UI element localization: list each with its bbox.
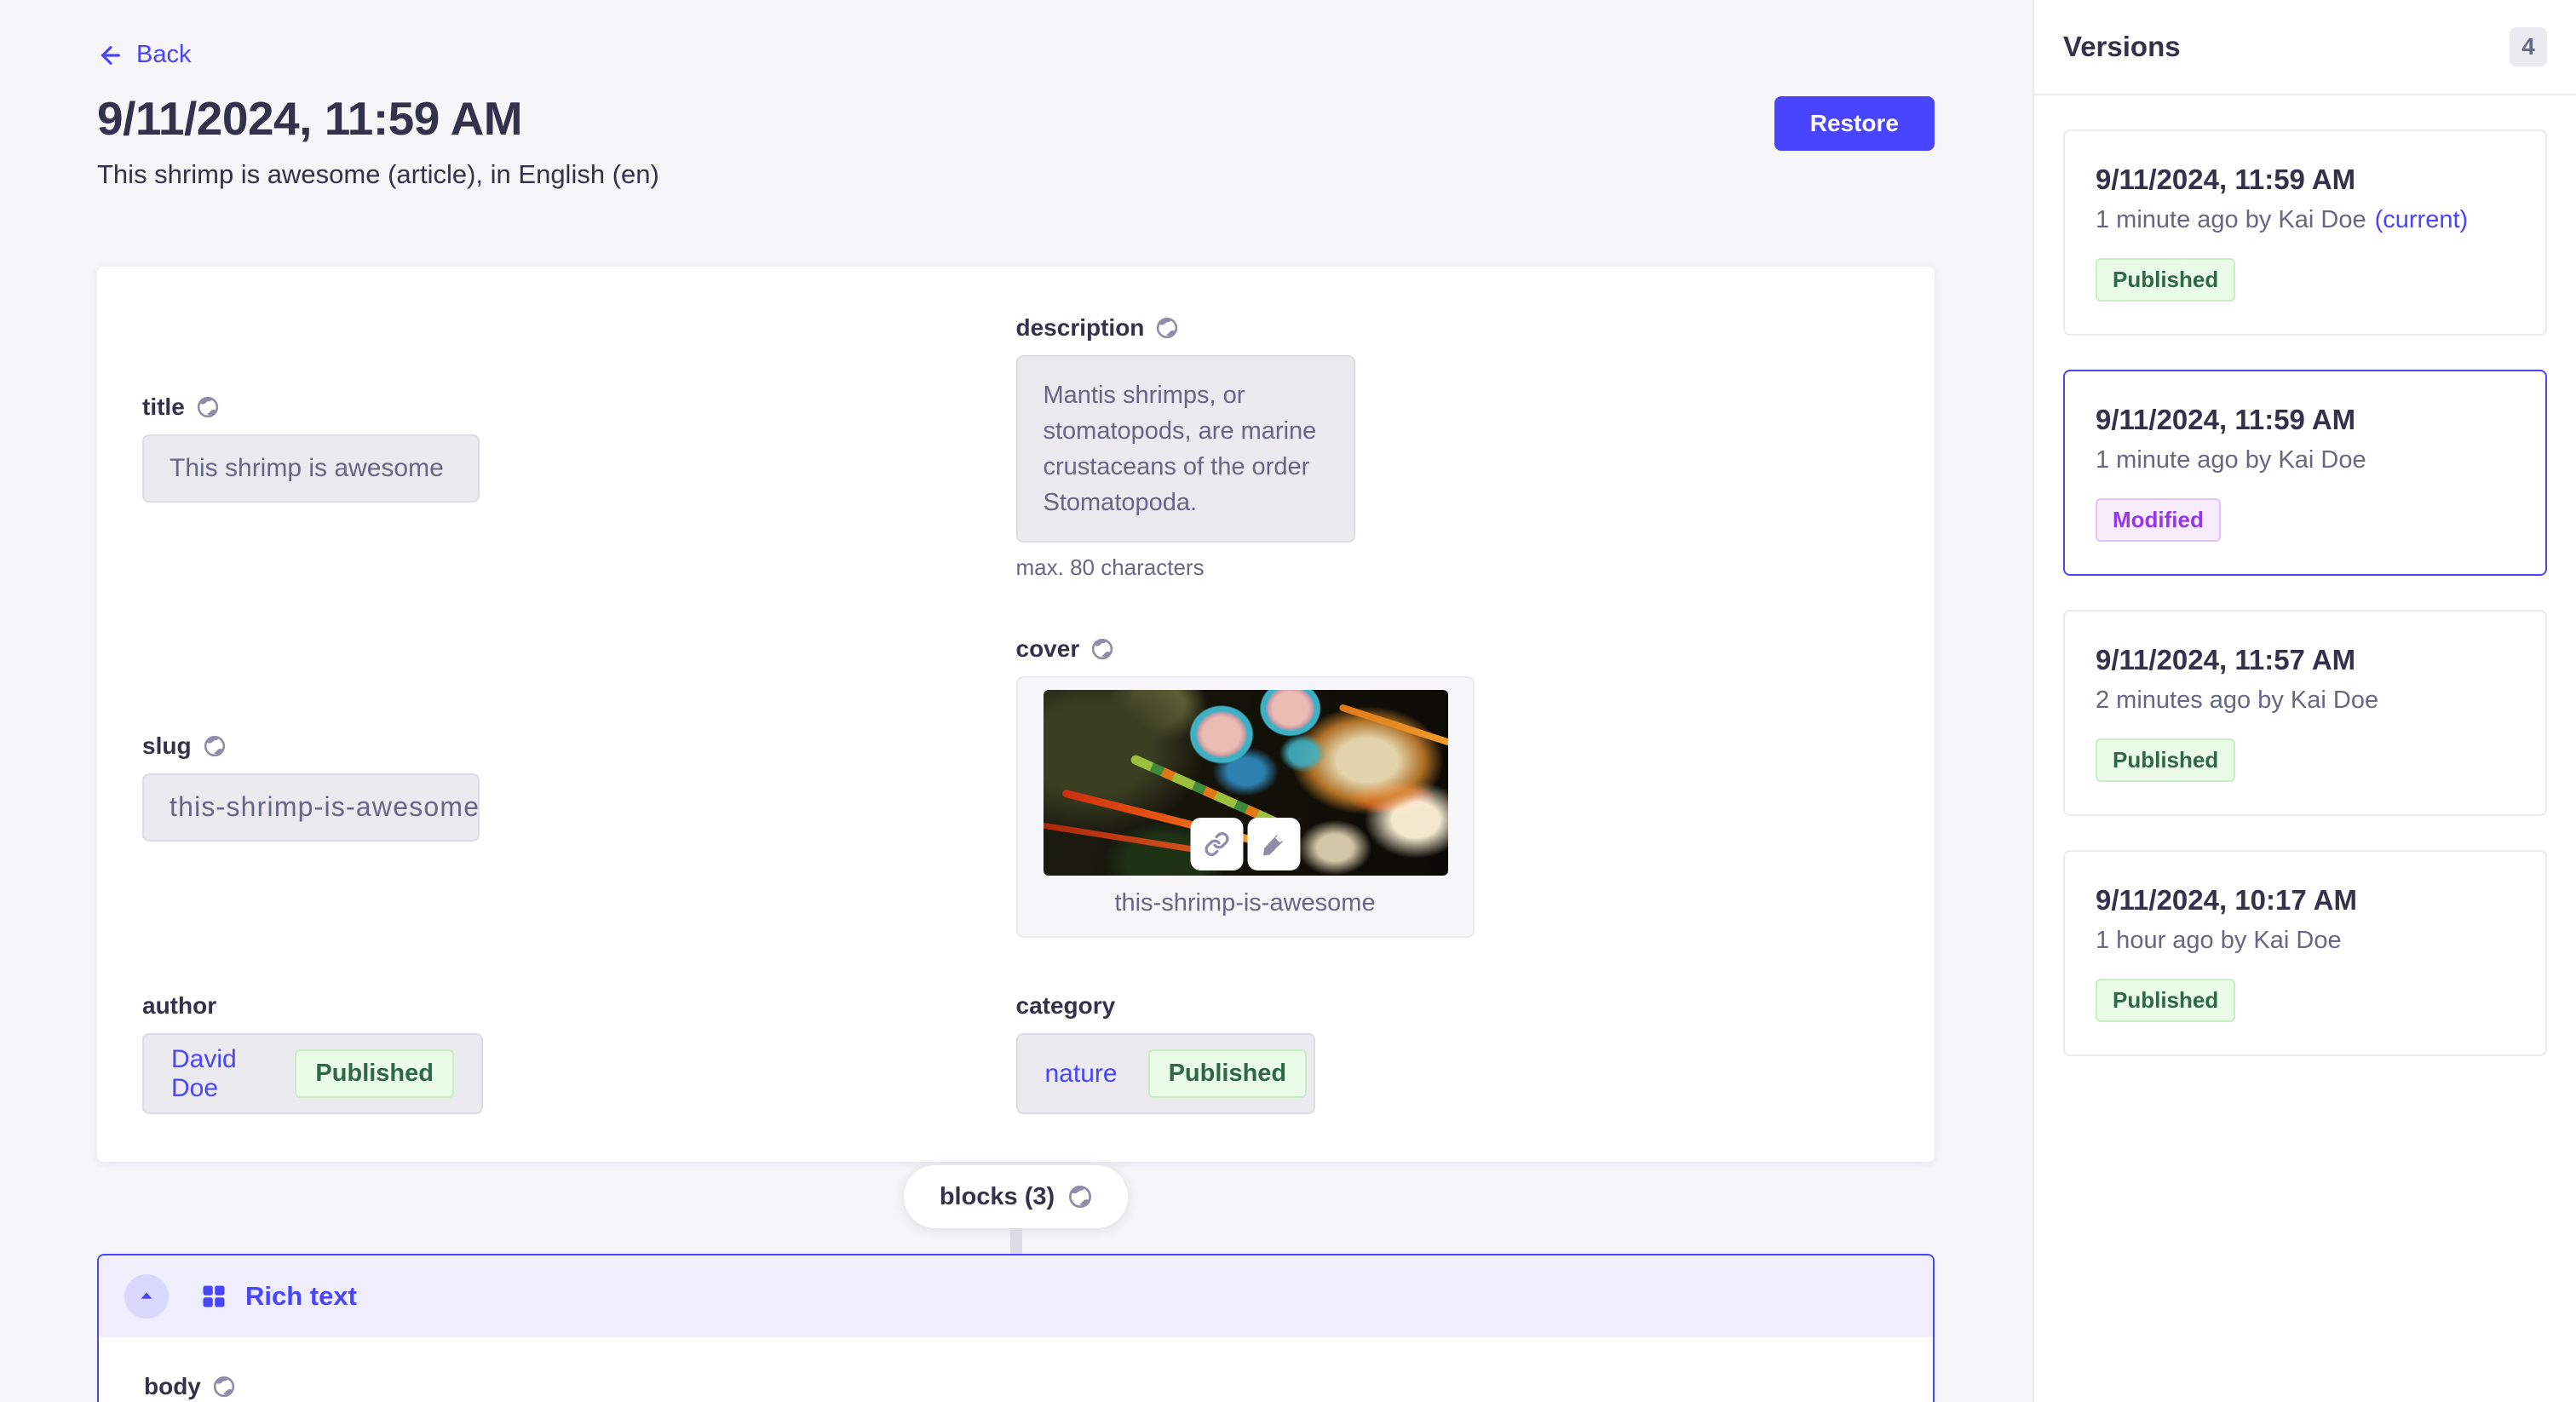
current-version-link[interactable]: (current) [2375, 206, 2469, 233]
status-badge: Published [1148, 1049, 1308, 1098]
rich-text-component-block: Rich text body [97, 1254, 1935, 1402]
title-input: This shrimp is awesome [142, 434, 480, 503]
slug-input: this-shrimp-is-awesome [142, 773, 480, 842]
component-connector [1010, 1228, 1022, 1254]
globe-icon [213, 1376, 235, 1398]
copy-link-button[interactable] [1191, 818, 1244, 871]
version-status-badge: Published [2096, 979, 2235, 1022]
globe-icon [1156, 317, 1178, 339]
description-hint: max. 80 characters [1016, 554, 1890, 581]
author-field: author David Doe Published [142, 992, 1016, 1114]
author-relation-box: David Doe Published [142, 1033, 483, 1114]
versions-list: 9/11/2024, 11:59 AM 1 minute ago by Kai … [2034, 95, 2576, 1090]
description-textarea: Mantis shrimps, or stomatopods, are mari… [1016, 355, 1355, 543]
blocks-pill[interactable]: blocks (3) [904, 1165, 1128, 1228]
cover-field: cover [1016, 635, 1890, 938]
globe-icon [1068, 1185, 1092, 1209]
author-link[interactable]: David Doe [171, 1045, 264, 1103]
arrow-left-icon [97, 42, 124, 69]
title-field-label: title [142, 394, 185, 421]
cover-caption: this-shrimp-is-awesome [1044, 889, 1447, 917]
versions-count-badge: 4 [2510, 27, 2547, 66]
globe-icon [197, 396, 219, 418]
version-meta: 1 hour ago by Kai Doe [2096, 927, 2515, 955]
slug-field: slug this-shrimp-is-awesome [142, 733, 1016, 842]
page-header: 9/11/2024, 11:59 AM This shrimp is aweso… [97, 91, 1935, 190]
versions-title: Versions [2063, 31, 2181, 63]
category-field: category nature Published [1016, 992, 1890, 1114]
description-field: description Mantis shrimps, or stomatopo… [1016, 314, 1890, 581]
globe-icon [1091, 638, 1113, 660]
version-card[interactable]: 9/11/2024, 11:57 AM 2 minutes ago by Kai… [2063, 610, 2547, 816]
description-field-label: description [1016, 314, 1145, 342]
component-title: Rich text [245, 1281, 357, 1312]
category-link[interactable]: nature [1045, 1060, 1118, 1089]
back-label[interactable]: Back [136, 41, 191, 69]
version-status-badge: Published [2096, 258, 2235, 302]
version-card[interactable]: 9/11/2024, 10:17 AM 1 hour ago by Kai Do… [2063, 850, 2547, 1056]
back-link[interactable]: Back [97, 41, 191, 69]
component-header[interactable]: Rich text [99, 1255, 1933, 1337]
edit-asset-button[interactable] [1248, 818, 1301, 871]
chevron-up-icon [137, 1287, 156, 1306]
title-field: title This shrimp is awesome [142, 394, 1016, 503]
version-date: 9/11/2024, 11:59 AM [2096, 404, 2515, 436]
versions-sidebar: Versions 4 9/11/2024, 11:59 AM 1 minute … [2033, 0, 2576, 1402]
link-icon [1205, 831, 1230, 857]
version-meta: 1 minute ago by Kai Doe(current) [2096, 206, 2515, 234]
slug-field-label: slug [142, 733, 192, 760]
cover-image [1044, 690, 1448, 876]
collapse-button[interactable] [124, 1274, 169, 1319]
version-fields-card: title This shrimp is awesome description… [97, 267, 1935, 1162]
globe-icon [204, 735, 226, 757]
version-date: 9/11/2024, 11:57 AM [2096, 644, 2515, 676]
version-card[interactable]: 9/11/2024, 11:59 AM 1 minute ago by Kai … [2063, 129, 2547, 336]
component-grid-icon [201, 1284, 227, 1309]
category-field-label: category [1016, 992, 1116, 1020]
restore-button[interactable]: Restore [1774, 96, 1935, 151]
version-status-badge: Published [2096, 738, 2235, 782]
version-date: 9/11/2024, 10:17 AM [2096, 884, 2515, 916]
version-date: 9/11/2024, 11:59 AM [2096, 164, 2515, 196]
page-title: 9/11/2024, 11:59 AM [97, 91, 659, 146]
category-relation-box: nature Published [1016, 1033, 1315, 1114]
version-card-selected[interactable]: 9/11/2024, 11:59 AM 1 minute ago by Kai … [2063, 370, 2547, 576]
version-meta: 2 minutes ago by Kai Doe [2096, 687, 2515, 715]
main-area: Back 9/11/2024, 11:59 AM This shrimp is … [0, 0, 2033, 1402]
version-status-badge: Modified [2096, 498, 2221, 542]
body-field-label: body [144, 1373, 201, 1400]
status-badge: Published [295, 1049, 454, 1098]
author-field-label: author [142, 992, 216, 1020]
body-field: body [144, 1373, 1888, 1400]
page-subtitle: This shrimp is awesome (article), in Eng… [97, 159, 659, 190]
cover-asset-card: this-shrimp-is-awesome [1016, 676, 1475, 938]
blocks-pill-label: blocks (3) [940, 1183, 1055, 1211]
cover-field-label: cover [1016, 635, 1080, 663]
pencil-icon [1262, 831, 1287, 857]
version-meta: 1 minute ago by Kai Doe [2096, 446, 2515, 474]
